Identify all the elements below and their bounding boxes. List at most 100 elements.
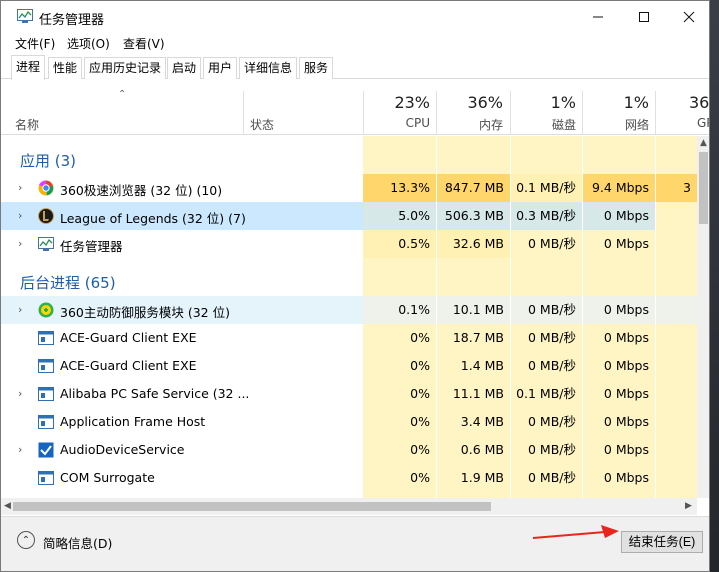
table-row[interactable]: › AudioDeviceService 0% 0.6 MB 0 MB/秒 0 Mbps (1, 436, 697, 464)
table-row[interactable]: › 360主动防御服务模块 (32 位) 0.1% 10.1 MB 0 MB/秒 0 Mb… (1, 296, 697, 324)
process-name-cell: ACE-Guard Client EXE (1, 352, 363, 380)
header-status[interactable]: 状态 (250, 116, 274, 133)
gpu-value (656, 352, 697, 380)
tab-performance[interactable]: 性能 (48, 57, 83, 79)
app-window-icon (38, 415, 54, 429)
process-name-cell: › Alibaba PC Safe Service (32 ... (1, 380, 363, 408)
tab-services[interactable]: 服务 (299, 57, 334, 79)
chrome-icon (38, 180, 54, 196)
collapse-icon[interactable]: ⌃ (17, 531, 35, 549)
gpu-value (656, 230, 697, 258)
header-cpu-pct[interactable]: 23% (363, 93, 430, 112)
tab-users[interactable]: 用户 (203, 57, 238, 79)
header-network-label[interactable]: 网络 (583, 116, 649, 133)
disk-value: 0 MB/秒 (528, 236, 576, 251)
gpu-value: 3 (656, 174, 697, 202)
header-name[interactable]: 名称 (15, 116, 39, 133)
header-disk-label[interactable]: 磁盘 (511, 116, 576, 133)
vertical-scroll-thumb[interactable] (699, 152, 708, 224)
menu-view[interactable]: 查看(V) (123, 35, 165, 52)
horizontal-scrollbar[interactable]: ◀ ▶ (1, 498, 697, 515)
taskmgr-icon (38, 237, 54, 251)
gpu-value (656, 464, 697, 492)
cpu-value: 0% (410, 330, 430, 345)
tab-app-history[interactable]: 应用历史记录 (84, 57, 167, 79)
task-manager-icon (17, 9, 33, 23)
header-gpu-pct[interactable]: 36 (689, 93, 709, 112)
process-name-cell: › 360主动防御服务模块 (32 位) (1, 296, 363, 324)
menu-file[interactable]: 文件(F) (15, 35, 55, 52)
close-icon (683, 11, 695, 22)
end-task-button[interactable]: 结束任务(E) (621, 531, 703, 553)
header-disk-pct[interactable]: 1% (511, 93, 576, 112)
chevron-right-icon[interactable]: › (18, 237, 28, 251)
maximize-button[interactable] (621, 1, 667, 32)
process-name: 360极速浏览器 (32 位) (10) (60, 183, 223, 198)
app-window-icon (38, 331, 54, 345)
table-row[interactable]: Application Frame Host 0% 3.4 MB 0 MB/秒 0 Mb… (1, 408, 697, 436)
horizontal-scroll-thumb[interactable] (13, 502, 491, 511)
process-name: COM Surrogate (60, 470, 155, 485)
menu-options[interactable]: 选项(O) (67, 35, 110, 52)
process-name: 任务管理器 (60, 239, 123, 254)
header-gpu-label[interactable]: GP (697, 116, 709, 130)
header-memory-pct[interactable]: 36% (437, 93, 503, 112)
scroll-up-icon[interactable]: ▲ (700, 138, 707, 148)
gpu-value (656, 324, 697, 352)
cpu-value: 0% (410, 358, 430, 373)
fewer-details-link[interactable]: 简略信息(D) (43, 533, 112, 552)
header-network-pct[interactable]: 1% (583, 93, 649, 112)
disk-value: 0 MB/秒 (528, 470, 576, 485)
title-bar[interactable]: 任务管理器 (1, 1, 709, 32)
network-value: 0 Mbps (603, 442, 649, 457)
app-window-icon (38, 471, 54, 485)
tab-details[interactable]: 详细信息 (239, 57, 298, 79)
network-value: 0 Mbps (603, 386, 649, 401)
vertical-scrollbar[interactable]: ▲ (697, 136, 709, 498)
cpu-value: 0.1% (363, 296, 436, 324)
table-row[interactable]: COM Surrogate 0% 1.9 MB 0 MB/秒 0 Mbps (1, 464, 697, 492)
table-row[interactable]: › Alibaba PC Safe Service (32 ... 0% 11.1 M… (1, 380, 697, 408)
table-row[interactable]: ACE-Guard Client EXE 0% 18.7 MB 0 MB/秒 0 Mbp… (1, 324, 697, 352)
tab-startup[interactable]: 启动 (167, 57, 202, 79)
process-name: Application Frame Host (60, 414, 206, 429)
group-apps: 应用 (3) (1, 144, 697, 172)
network-value: 0 Mbps (583, 202, 655, 230)
chevron-right-icon[interactable]: › (18, 303, 28, 317)
network-value: 9.4 Mbps (583, 174, 655, 202)
chevron-right-icon[interactable]: › (18, 387, 28, 401)
app-window-icon (38, 387, 54, 401)
process-name-cell: › AudioDeviceService (1, 436, 363, 464)
scroll-right-icon[interactable]: ▶ (685, 501, 692, 511)
table-row[interactable]: ACE-Guard Client EXE 0% 1.4 MB 0 MB/秒 0 Mbps (1, 352, 697, 380)
close-button[interactable] (666, 1, 709, 32)
memory-value: 11.1 MB (452, 386, 504, 401)
table-row[interactable]: › 360极速浏览器 (32 位) (10) 13.3% 847.7 MB 0.1 MB… (1, 174, 697, 202)
memory-value: 1.9 MB (460, 470, 504, 485)
chevron-right-icon[interactable]: › (18, 181, 28, 195)
process-list: 应用 (3) › 360极速浏览器 (32 位) (10) 13.3% 847.7 M… (1, 136, 697, 498)
group-label: 后台进程 (65) (20, 274, 116, 292)
chevron-right-icon[interactable]: › (18, 209, 28, 223)
memory-value: 847.7 MB (437, 174, 510, 202)
network-value: 0 Mbps (583, 296, 655, 324)
memory-value: 3.4 MB (460, 414, 504, 429)
cpu-value: 0% (410, 414, 430, 429)
chevron-right-icon[interactable]: › (18, 443, 28, 457)
minimize-icon (593, 16, 603, 17)
column-divider[interactable] (243, 91, 244, 135)
check-icon (38, 442, 54, 458)
header-memory-label[interactable]: 内存 (437, 116, 503, 133)
menu-bar: 文件(F) 选项(O) 查看(V) (1, 32, 709, 54)
scroll-left-icon[interactable]: ◀ (4, 501, 11, 511)
desktop-background (710, 0, 719, 572)
shield-360-icon (38, 302, 54, 318)
table-row[interactable]: › League of Legends (32 位) (7) 5.0% 506.3 M… (1, 202, 697, 230)
group-background: 后台进程 (65) (1, 266, 697, 294)
table-row[interactable]: › 任务管理器 0.5% 32.6 MB 0 MB/秒 0 Mbps (1, 230, 697, 258)
minimize-button[interactable] (575, 1, 621, 32)
column-divider[interactable] (655, 91, 656, 135)
header-cpu-label[interactable]: CPU (363, 116, 430, 130)
cpu-value: 0.5% (363, 230, 436, 258)
tab-processes[interactable]: 进程 (11, 55, 46, 80)
